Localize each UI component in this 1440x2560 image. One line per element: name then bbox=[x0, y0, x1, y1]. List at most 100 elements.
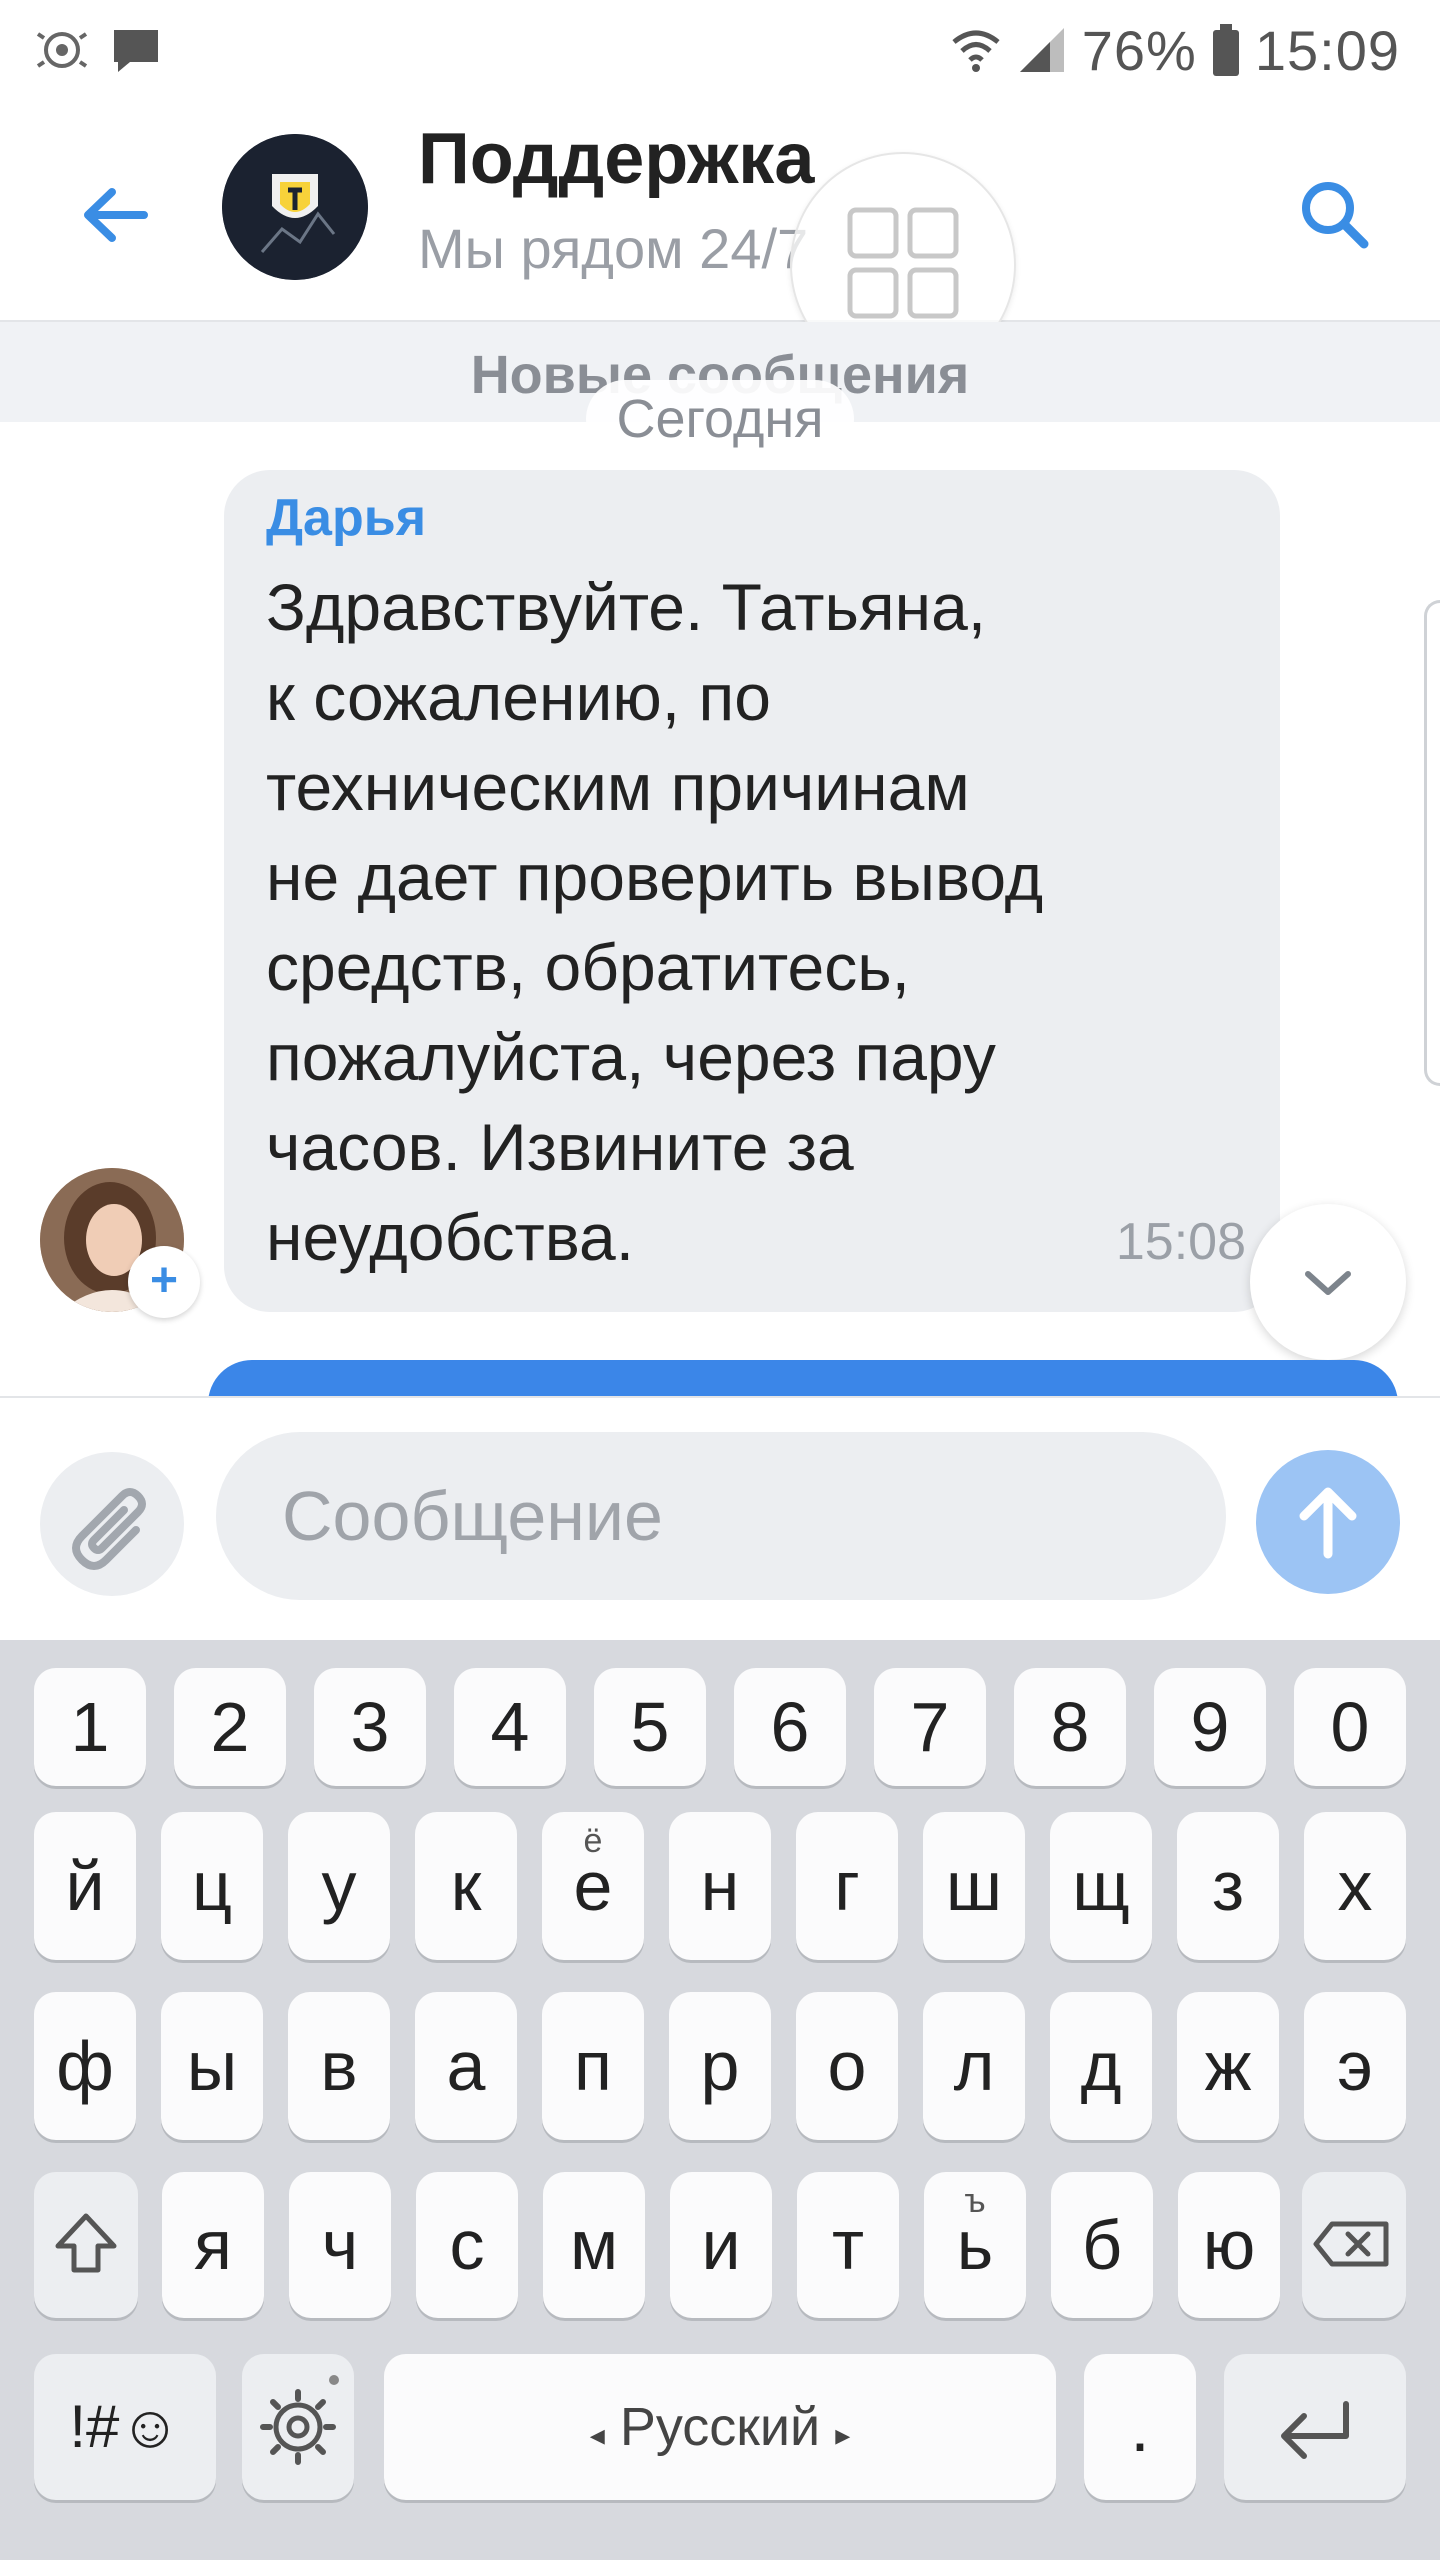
keyboard-key[interactable]: в bbox=[288, 1992, 390, 2140]
keyboard-key[interactable]: и bbox=[670, 2172, 772, 2318]
key-label: э bbox=[1337, 2027, 1373, 2105]
keyboard-key[interactable]: 9 bbox=[1154, 1668, 1266, 1786]
keyboard-key[interactable]: с bbox=[416, 2172, 518, 2318]
keyboard-key[interactable]: р bbox=[669, 1992, 771, 2140]
keyboard-key[interactable]: г bbox=[796, 1812, 898, 1960]
key-label: г bbox=[834, 1847, 860, 1925]
gear-icon bbox=[260, 2375, 339, 2465]
attach-button[interactable] bbox=[40, 1452, 184, 1596]
paperclip-icon bbox=[72, 1488, 146, 1570]
keyboard-key[interactable]: 8 bbox=[1014, 1668, 1126, 1786]
key-alt-label: ъ bbox=[964, 2182, 986, 2220]
keyboard-key[interactable]: ю bbox=[1178, 2172, 1280, 2318]
key-label: ф bbox=[56, 2027, 114, 2105]
message-bubble[interactable]: Дарья Здравствуйте. Татьяна, к сожалению… bbox=[224, 470, 1280, 1312]
keyboard-key[interactable]: ч bbox=[289, 2172, 391, 2318]
keyboard-key[interactable]: ы bbox=[161, 1992, 263, 2140]
key-label: 7 bbox=[910, 1688, 950, 1766]
bank-avatar[interactable] bbox=[222, 134, 368, 280]
key-label: т bbox=[831, 2206, 865, 2284]
keyboard-key[interactable]: я bbox=[162, 2172, 264, 2318]
key-label: ж bbox=[1204, 2027, 1252, 2105]
send-button[interactable] bbox=[1256, 1450, 1400, 1594]
shift-icon bbox=[55, 2213, 117, 2273]
keyboard-key[interactable]: 7 bbox=[874, 1668, 986, 1786]
shift-key[interactable] bbox=[34, 2172, 138, 2318]
scroll-down-button[interactable] bbox=[1250, 1204, 1406, 1360]
search-icon[interactable] bbox=[1290, 170, 1380, 260]
sender-name: Дарья bbox=[266, 489, 427, 547]
chat-header: Поддержка Мы рядом 24/7 bbox=[0, 100, 1440, 378]
keyboard-key[interactable]: п bbox=[542, 1992, 644, 2140]
keyboard-key[interactable]: з bbox=[1177, 1812, 1279, 1960]
keyboard-key[interactable]: 6 bbox=[734, 1668, 846, 1786]
keyboard-key[interactable]: ъь bbox=[924, 2172, 1026, 2318]
keyboard-key[interactable]: ш bbox=[923, 1812, 1025, 1960]
keyboard-key[interactable]: й bbox=[34, 1812, 136, 1960]
scroll-handle[interactable] bbox=[1424, 600, 1440, 1086]
message-time: 15:08 bbox=[1115, 1213, 1246, 1271]
keyboard-key[interactable]: н bbox=[669, 1812, 771, 1960]
back-arrow-icon[interactable] bbox=[70, 170, 160, 260]
key-label: л bbox=[953, 2027, 995, 2105]
message-icon bbox=[114, 30, 158, 72]
chevron-down-icon bbox=[1305, 1271, 1351, 1295]
key-label: 0 bbox=[1330, 1688, 1370, 1766]
keyboard-key[interactable]: м bbox=[543, 2172, 645, 2318]
key-label: о bbox=[827, 2027, 867, 2105]
bank-logo-icon bbox=[222, 134, 368, 280]
keyboard-key[interactable]: у bbox=[288, 1812, 390, 1960]
enter-key[interactable] bbox=[1224, 2354, 1406, 2500]
keyboard-key[interactable]: 0 bbox=[1294, 1668, 1406, 1786]
settings-key[interactable] bbox=[242, 2354, 354, 2500]
symbols-key[interactable]: !#☺ bbox=[34, 2354, 216, 2500]
status-bar: 76% 15:09 bbox=[0, 0, 1440, 100]
keyboard-key[interactable]: б bbox=[1051, 2172, 1153, 2318]
keyboard-key[interactable]: 3 bbox=[314, 1668, 426, 1786]
key-label: ч bbox=[321, 2206, 359, 2284]
key-label: я bbox=[194, 2206, 232, 2284]
keyboard-key[interactable]: ёе bbox=[542, 1812, 644, 1960]
message-input[interactable] bbox=[216, 1432, 1226, 1600]
keyboard-key[interactable]: о bbox=[796, 1992, 898, 2140]
key-label: д bbox=[1080, 2027, 1122, 2105]
key-label: 9 bbox=[1190, 1688, 1230, 1766]
key-label: ц bbox=[191, 1847, 233, 1925]
key-label: п bbox=[574, 2027, 612, 2105]
keyboard-key[interactable]: ж bbox=[1177, 1992, 1279, 2140]
keyboard-key[interactable]: ф bbox=[34, 1992, 136, 2140]
keyboard-key[interactable]: 4 bbox=[454, 1668, 566, 1786]
enter-icon bbox=[1281, 2401, 1349, 2459]
key-label: н bbox=[700, 1847, 740, 1925]
key-label: ш bbox=[945, 1847, 1003, 1925]
key-label: й bbox=[65, 1847, 105, 1925]
message-text: Здравствуйте. Татьяна, к сожалению, по т… bbox=[266, 570, 1044, 1274]
keyboard-key[interactable]: д bbox=[1050, 1992, 1152, 2140]
keyboard-key[interactable]: э bbox=[1304, 1992, 1406, 2140]
add-contact-button[interactable]: + bbox=[128, 1246, 200, 1318]
keyboard-key[interactable]: 5 bbox=[594, 1668, 706, 1786]
key-label: к bbox=[450, 1847, 482, 1925]
keyboard-key[interactable]: 1 bbox=[34, 1668, 146, 1786]
chat-subtitle: Мы рядом 24/7 bbox=[418, 217, 809, 280]
language-left-arrow-icon: ◂ bbox=[589, 2419, 605, 2452]
key-label: 6 bbox=[770, 1688, 810, 1766]
key-label: 1 bbox=[70, 1688, 110, 1766]
keyboard-key[interactable]: ц bbox=[161, 1812, 263, 1960]
keyboard-key[interactable]: 2 bbox=[174, 1668, 286, 1786]
keyboard-key[interactable]: а bbox=[415, 1992, 517, 2140]
period-key[interactable]: . bbox=[1084, 2354, 1196, 2500]
keyboard-key[interactable]: х bbox=[1304, 1812, 1406, 1960]
key-label: в bbox=[320, 2027, 358, 2105]
backspace-key[interactable] bbox=[1302, 2172, 1406, 2318]
battery-icon bbox=[1212, 24, 1239, 76]
keyboard-key[interactable]: т bbox=[797, 2172, 899, 2318]
key-label: ю bbox=[1202, 2206, 1256, 2284]
keyboard-key[interactable]: к bbox=[415, 1812, 517, 1960]
key-label: р bbox=[700, 2027, 740, 2105]
space-key[interactable]: ◂ Русский ▸ bbox=[384, 2354, 1056, 2500]
clock: 15:09 bbox=[1254, 18, 1400, 82]
keyboard-key[interactable]: щ bbox=[1050, 1812, 1152, 1960]
backspace-icon bbox=[1313, 2221, 1389, 2267]
keyboard-key[interactable]: л bbox=[923, 1992, 1025, 2140]
